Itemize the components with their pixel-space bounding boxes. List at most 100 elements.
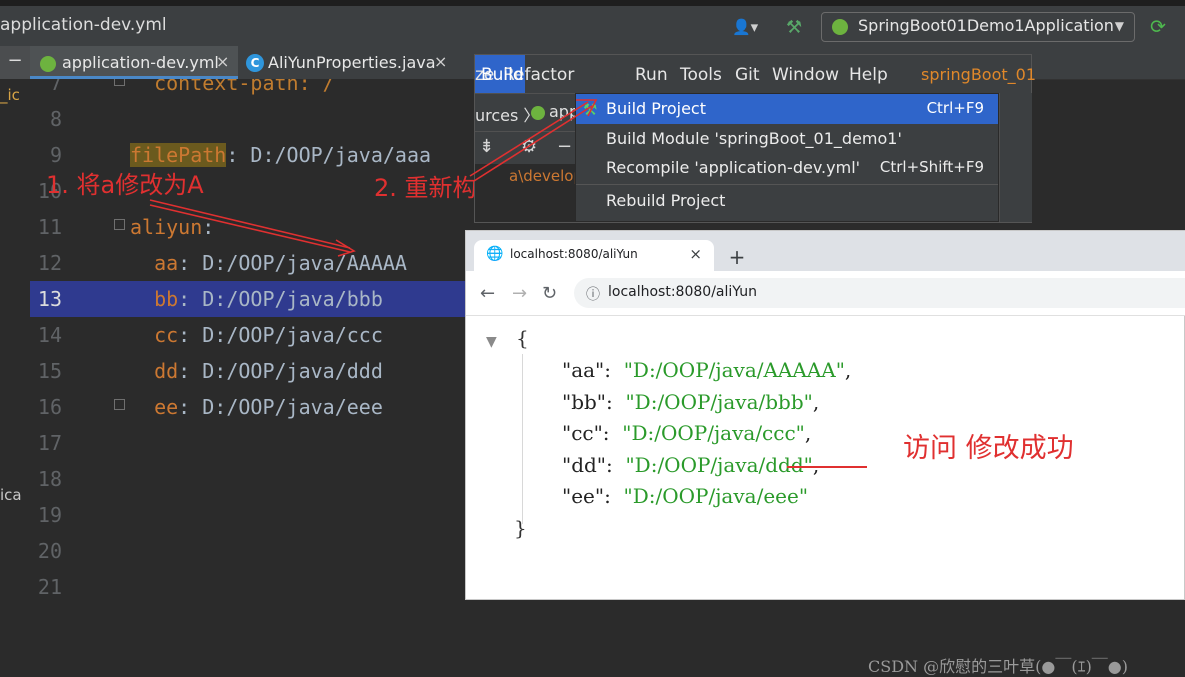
yaml-key: cc	[130, 323, 179, 347]
json-key: "bb":	[562, 389, 613, 414]
ide-menu-popup: ze Refactor Build Run Tools Git Window H…	[474, 54, 1036, 223]
code-line[interactable]: 13 bb: D:/OOP/java/bbb	[30, 281, 485, 317]
annotation-underline	[787, 466, 867, 468]
menu-separator	[576, 184, 998, 185]
gear-icon[interactable]: ⚙	[521, 136, 537, 157]
info-icon[interactable]: ⓘ	[586, 284, 600, 304]
fold-marker-icon[interactable]	[114, 219, 125, 230]
back-icon[interactable]: ←	[480, 283, 495, 304]
menu-item-recompile[interactable]: Recompile 'application-dev.yml' Ctrl+Shi…	[576, 153, 998, 183]
menu-git[interactable]: Git	[735, 65, 760, 85]
project-name: springBoot_01	[921, 65, 1036, 84]
collapse-triangle-icon[interactable]: ▼	[486, 334, 497, 350]
close-icon[interactable]: ×	[689, 245, 702, 263]
tab-label: application-dev.yml	[62, 53, 219, 72]
json-spacer	[611, 358, 624, 382]
close-icon[interactable]: ×	[434, 52, 447, 71]
code-line[interactable]: 18	[30, 461, 485, 497]
path-fragment: a\develop	[509, 167, 583, 185]
forward-icon[interactable]: →	[512, 283, 527, 304]
run-config-selector[interactable]: SpringBoot01Demo1Application ▼	[821, 12, 1135, 42]
fold-marker-icon[interactable]	[114, 399, 125, 410]
address-url: localhost:8080/aliYun	[608, 284, 757, 300]
breadcrumb-item[interactable]: urces 〉	[475, 102, 539, 126]
json-close-brace: }	[514, 516, 527, 540]
class-icon: C	[246, 54, 264, 72]
json-key: "cc":	[562, 421, 610, 445]
menu-window[interactable]: Window	[772, 65, 839, 85]
menu-tools[interactable]: Tools	[680, 65, 722, 85]
spring-icon	[40, 56, 56, 72]
code-line[interactable]: 20	[30, 533, 485, 569]
yaml-value: : D:/OOP/java/ddd	[178, 359, 383, 383]
menu-build-label: Build	[481, 65, 524, 85]
browser-toolbar: ← → ↻ ⓘ localhost:8080/aliYun	[466, 271, 1185, 316]
code-line[interactable]: 17	[30, 425, 485, 461]
menu-item-label: Rebuild Project	[606, 191, 726, 210]
address-bar[interactable]: ⓘ localhost:8080/aliYun	[574, 278, 1185, 308]
menu-item-build-project[interactable]: ⚒ Build Project Ctrl+F9	[576, 94, 998, 124]
minimize-icon[interactable]: −	[0, 46, 30, 79]
fold-marker-icon[interactable]	[114, 79, 125, 86]
line-number: 15	[37, 359, 62, 383]
run-config-label: SpringBoot01Demo1Application	[858, 16, 1114, 35]
browser-tab-strip: 🌐 localhost:8080/aliYun × +	[466, 231, 1185, 271]
yaml-key: context-path: /	[130, 79, 335, 95]
globe-icon: 🌐	[486, 246, 504, 262]
code-text: aa: D:/OOP/java/AAAAA	[130, 245, 407, 281]
tab-application-dev-yml[interactable]: application-dev.yml ×	[30, 46, 238, 79]
tab-aliyun-properties[interactable]: C AliYunProperties.java ×	[238, 46, 458, 79]
json-viewer: ▼ { "aa": "D:/OOP/java/AAAAA", "bb": "D:/…	[466, 316, 1185, 676]
menu-item-rebuild-project[interactable]: Rebuild Project	[576, 186, 998, 216]
line-number: 7	[49, 79, 62, 95]
json-value: "D:/OOP/java/eee"	[623, 484, 809, 508]
yaml-value: : D:/OOP/java/bbb	[178, 287, 383, 311]
spring-icon	[531, 106, 545, 120]
yaml-value: :	[202, 215, 215, 239]
line-number: 21	[37, 575, 62, 599]
json-open-brace: {	[516, 326, 529, 350]
code-line[interactable]: 19	[30, 497, 485, 533]
project-panel-fragment: _ic	[0, 86, 20, 104]
menu-help[interactable]: Help	[849, 65, 888, 85]
yaml-key: filePath	[130, 143, 227, 167]
code-line[interactable]: 11 aliyun:	[30, 209, 485, 245]
minus-icon[interactable]: −	[557, 136, 572, 157]
menu-run[interactable]: Run	[635, 65, 668, 85]
json-comma: ,	[812, 452, 820, 477]
build-dropdown: ⚒ Build Project Ctrl+F9 Build Module 'sp…	[575, 93, 999, 222]
annotation-success: 访问 修改成功	[903, 433, 1074, 464]
line-number: 13	[37, 287, 62, 311]
close-icon[interactable]: ×	[216, 52, 229, 71]
json-value: "D:/OOP/java/ccc"	[622, 421, 805, 445]
code-line[interactable]: 16 ee: D:/OOP/java/eee	[30, 389, 485, 425]
yaml-key: ee	[130, 395, 179, 419]
user-icon[interactable]: 👤▾	[732, 18, 758, 36]
line-number: 8	[49, 107, 62, 131]
new-tab-icon[interactable]: +	[724, 245, 750, 271]
code-line[interactable]: 12 aa: D:/OOP/java/AAAAA	[30, 245, 485, 281]
menu-item-build-module[interactable]: Build Module 'springBoot_01_demo1'	[576, 124, 998, 154]
code-text: context-path: /	[130, 79, 335, 101]
hammer-icon[interactable]: ⚒	[786, 17, 802, 38]
collapse-icon[interactable]: ⇟	[479, 136, 494, 157]
code-text: aliyun:	[130, 209, 214, 245]
line-number: 11	[37, 215, 62, 239]
menu-item-label: Build Project	[606, 99, 706, 118]
tool-strip: ⇟ ⚙ −	[475, 131, 575, 165]
rerun-icon[interactable]: ⟳	[1150, 16, 1166, 38]
code-line[interactable]: 21	[30, 569, 485, 600]
code-line[interactable]: 14 cc: D:/OOP/java/ccc	[30, 317, 485, 353]
reload-icon[interactable]: ↻	[542, 283, 557, 304]
menu-item-label: Build Module 'springBoot_01_demo1'	[606, 129, 902, 148]
yaml-value: : D:/OOP/java/aaa	[226, 143, 432, 167]
code-line[interactable]: 8	[30, 101, 485, 137]
code-editor[interactable]: 7 context-path: /8 9 filePath: D:/OOP/java…	[30, 79, 485, 600]
code-line[interactable]: 15 dd: D:/OOP/java/ddd	[30, 353, 485, 389]
browser-tab[interactable]: 🌐 localhost:8080/aliYun ×	[474, 240, 714, 271]
json-key: "ee":	[562, 484, 611, 508]
spring-icon	[832, 19, 848, 35]
json-value: "D:/OOP/java/AAAAA"	[623, 358, 845, 382]
menu-build[interactable]: Build	[475, 55, 525, 93]
code-line[interactable]: 7 context-path: /	[30, 79, 485, 101]
